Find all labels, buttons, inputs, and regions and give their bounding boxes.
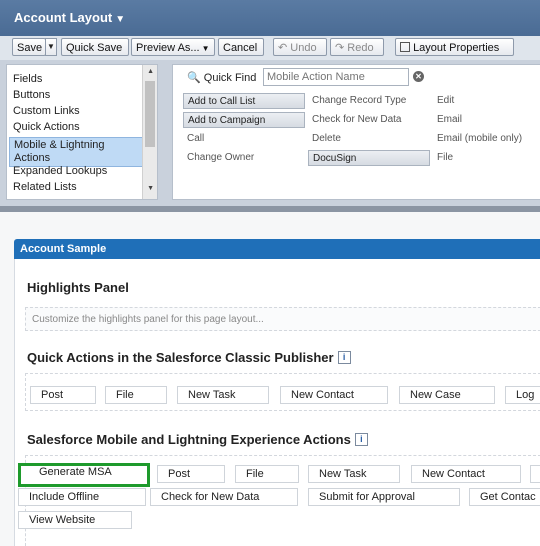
lightning-action-new-contact[interactable]: New Contact bbox=[411, 465, 521, 483]
palette-item-email-mobile-only[interactable]: Email (mobile only) bbox=[433, 131, 540, 147]
category-list: Fields Buttons Custom Links Quick Action… bbox=[6, 64, 158, 200]
lightning-action-overflow[interactable] bbox=[530, 465, 540, 483]
classic-publisher-title: Quick Actions in the Salesforce Classic … bbox=[27, 350, 334, 365]
palette-item-email[interactable]: Email bbox=[433, 112, 540, 128]
lightning-action-generate-msa[interactable]: Generate MSA bbox=[18, 463, 150, 487]
lightning-action-view-website[interactable]: View Website bbox=[18, 511, 132, 529]
palette-item-file[interactable]: File bbox=[433, 150, 540, 166]
category-expanded-lookups[interactable]: Expanded Lookups bbox=[13, 165, 107, 177]
palette-item-call[interactable]: Call bbox=[183, 131, 305, 147]
layout-title: Account Layout bbox=[14, 10, 113, 25]
save-button[interactable]: Save bbox=[12, 38, 46, 56]
lightning-action-get-contacts[interactable]: Get Contac bbox=[469, 488, 540, 506]
category-scrollbar[interactable]: ▲ ▼ bbox=[142, 65, 157, 199]
classic-action-post[interactable]: Post bbox=[30, 386, 96, 404]
lightning-action-submit-for-approval[interactable]: Submit for Approval bbox=[308, 488, 460, 506]
quick-find-label: Quick Find bbox=[203, 72, 257, 84]
cancel-button[interactable]: Cancel bbox=[218, 38, 264, 56]
preview-as-button[interactable]: Preview As... ▼ bbox=[131, 38, 215, 56]
palette-item-add-to-call-list[interactable]: Add to Call List bbox=[183, 93, 305, 109]
preview-as-label: Preview As... bbox=[136, 42, 200, 54]
scroll-thumb[interactable] bbox=[145, 81, 155, 147]
palette-item-check-for-new-data[interactable]: Check for New Data bbox=[308, 112, 430, 128]
quick-find-label-group: 🔍 Quick Find bbox=[187, 71, 256, 84]
palette-item-add-to-campaign[interactable]: Add to Campaign bbox=[183, 112, 305, 128]
category-mobile-lightning-actions[interactable]: Mobile & Lightning Actions bbox=[9, 137, 143, 167]
undo-button[interactable]: ↶ Undo bbox=[273, 38, 327, 56]
lightning-actions-title: Salesforce Mobile and Lightning Experien… bbox=[27, 432, 351, 447]
layout-canvas: Account Sample Highlights Panel Customiz… bbox=[0, 212, 540, 546]
category-fields[interactable]: Fields bbox=[13, 73, 42, 85]
palette-item-change-record-type[interactable]: Change Record Type bbox=[308, 93, 430, 109]
palette-item-delete[interactable]: Delete bbox=[308, 131, 430, 147]
category-quick-actions[interactable]: Quick Actions bbox=[13, 121, 80, 133]
lightning-action-new-task[interactable]: New Task bbox=[308, 465, 400, 483]
palette-item-docusign[interactable]: DocuSign bbox=[308, 150, 430, 166]
lightning-actions-section: Salesforce Mobile and Lightning Experien… bbox=[27, 432, 368, 447]
lightning-action-check-for-new-data[interactable]: Check for New Data bbox=[150, 488, 298, 506]
classic-actions-dropzone: Post File New Task New Contact New Case … bbox=[25, 373, 540, 411]
save-menu-chevron-icon[interactable]: ▼ bbox=[45, 38, 57, 56]
lightning-action-include-offline[interactable]: Include Offline bbox=[18, 488, 146, 506]
classic-publisher-section: Quick Actions in the Salesforce Classic … bbox=[27, 350, 351, 365]
quick-find-input[interactable] bbox=[263, 68, 409, 86]
classic-action-log[interactable]: Log bbox=[505, 386, 540, 404]
redo-icon: ↷ bbox=[335, 42, 345, 54]
palette-item-change-owner[interactable]: Change Owner bbox=[183, 150, 305, 166]
account-sample-header: Account Sample bbox=[14, 239, 540, 259]
layout-properties-button[interactable]: Layout Properties bbox=[395, 38, 514, 56]
search-icon: 🔍 bbox=[187, 72, 201, 84]
layout-properties-label: Layout Properties bbox=[413, 42, 500, 54]
lightning-action-file[interactable]: File bbox=[235, 465, 299, 483]
classic-action-new-case[interactable]: New Case bbox=[399, 386, 495, 404]
highlights-panel-placeholder[interactable]: Customize the highlights panel for this … bbox=[25, 307, 540, 331]
undo-icon: ↶ bbox=[278, 42, 288, 54]
classic-action-file[interactable]: File bbox=[105, 386, 167, 404]
category-custom-links[interactable]: Custom Links bbox=[13, 105, 80, 117]
category-buttons[interactable]: Buttons bbox=[13, 89, 50, 101]
layout-title-menu[interactable]: Account Layout ▼ bbox=[14, 10, 125, 25]
chevron-down-icon: ▼ bbox=[115, 14, 126, 25]
lightning-actions-dropzone: Generate MSA Post File New Task New Cont… bbox=[18, 455, 540, 546]
palette-items-area: 🔍 Quick Find ✕ Add to Call List Change R… bbox=[172, 64, 540, 200]
layout-header: Account Layout ▼ bbox=[0, 0, 540, 37]
palette-item-edit[interactable]: Edit bbox=[433, 93, 540, 109]
redo-button[interactable]: ↷ Redo bbox=[330, 38, 384, 56]
highlights-panel-title: Highlights Panel bbox=[27, 280, 129, 295]
undo-label: Undo bbox=[290, 42, 317, 54]
classic-action-new-contact[interactable]: New Contact bbox=[280, 386, 388, 404]
chevron-down-icon: ▼ bbox=[201, 44, 210, 53]
scroll-down-icon[interactable]: ▼ bbox=[147, 185, 154, 192]
quick-save-button[interactable]: Quick Save bbox=[61, 38, 129, 56]
info-icon[interactable]: i bbox=[354, 433, 368, 446]
info-icon[interactable]: i bbox=[337, 351, 351, 364]
properties-icon bbox=[400, 42, 410, 52]
category-related-lists[interactable]: Related Lists bbox=[13, 181, 77, 193]
scroll-up-icon[interactable]: ▲ bbox=[147, 68, 154, 75]
classic-action-new-task[interactable]: New Task bbox=[177, 386, 269, 404]
lightning-action-post[interactable]: Post bbox=[157, 465, 225, 483]
toolbar: Save ▼ Quick Save Preview As... ▼ Cancel … bbox=[0, 36, 540, 60]
layout-panel: Highlights Panel Customize the highlight… bbox=[14, 259, 540, 546]
palette: Fields Buttons Custom Links Quick Action… bbox=[0, 60, 540, 206]
redo-label: Redo bbox=[347, 42, 374, 54]
clear-search-icon[interactable]: ✕ bbox=[413, 71, 424, 82]
